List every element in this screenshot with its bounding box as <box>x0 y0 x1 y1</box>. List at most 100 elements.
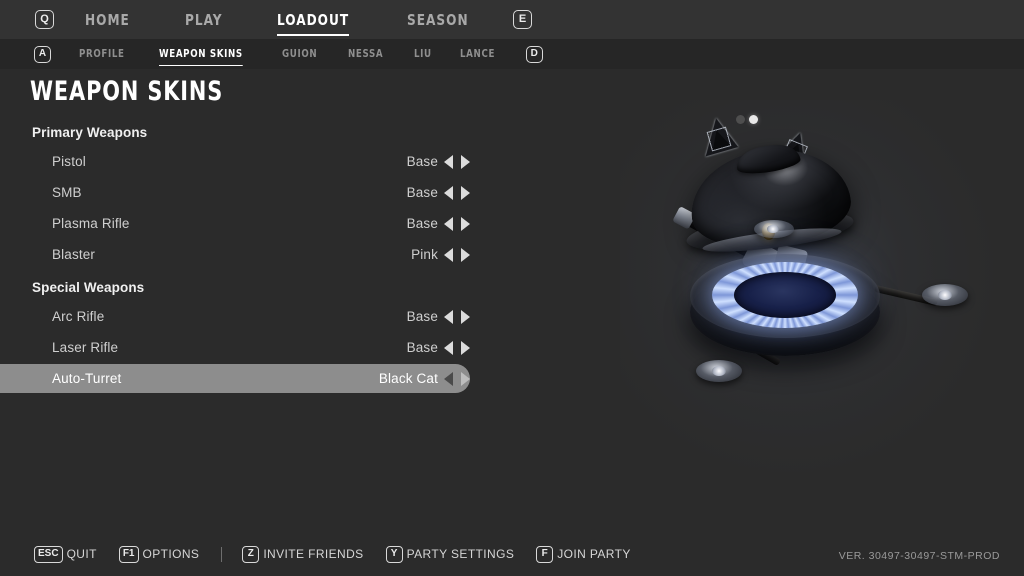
next-skin-arrow-icon[interactable] <box>461 309 470 324</box>
nav-item-season[interactable]: SEASON <box>407 11 469 29</box>
base-pod-top <box>754 220 794 238</box>
base-pod-right-center <box>938 290 952 300</box>
base-pod-left <box>696 360 742 382</box>
barrel-collar <box>740 238 784 280</box>
subnav-item-lance[interactable]: LANCE <box>460 48 495 60</box>
prev-skin-arrow-icon[interactable] <box>444 340 453 355</box>
footer-action-invite-friends[interactable]: Z INVITE FRIENDS <box>242 545 364 563</box>
game-screen: Q HOME PLAY LOADOUT SEASON E A PROFILE W… <box>0 0 1024 576</box>
turret-base <box>668 220 968 412</box>
skin-value: Black Cat <box>378 371 438 386</box>
turret-dome-handle <box>734 141 802 177</box>
footer-action-party-settings[interactable]: Y PARTY SETTINGS <box>385 545 515 563</box>
skin-value: Base <box>406 309 438 324</box>
skin-stepper: Pink <box>411 247 470 262</box>
turret-dome <box>684 140 856 256</box>
key-badge-z: Z <box>242 545 260 563</box>
nav-item-loadout[interactable]: LOADOUT <box>276 11 349 36</box>
footer-action-join-party[interactable]: F JOIN PARTY <box>536 545 631 563</box>
weapon-row-laser-rifle[interactable]: Laser Rifle Base <box>0 332 500 363</box>
prev-skin-arrow-icon[interactable] <box>444 216 453 231</box>
barrel-muzzle <box>672 206 697 230</box>
next-skin-arrow-icon[interactable] <box>461 371 470 386</box>
weapon-name: Blaster <box>52 247 96 262</box>
turret-dome-band <box>701 223 843 257</box>
base-pod-right <box>922 284 968 306</box>
cat-ear-left-icon <box>699 113 739 157</box>
cat-ear-left-inner <box>707 127 731 151</box>
weapon-name: Laser Rifle <box>52 340 119 355</box>
nav-item-home[interactable]: HOME <box>85 11 130 29</box>
skin-value: Base <box>406 185 438 200</box>
skin-stepper: Base <box>407 154 470 169</box>
nav-prev-key[interactable]: Q <box>35 10 54 29</box>
skin-stepper: Black Cat <box>379 371 470 386</box>
version-string: VER. 30497-30497-STM-PROD <box>838 550 1000 562</box>
pager-dot-2-active[interactable] <box>749 115 758 124</box>
footer-action-options[interactable]: F1 OPTIONS <box>118 545 200 563</box>
subnav-item-guion[interactable]: GUION <box>282 48 317 60</box>
nav-next-key[interactable]: E <box>513 10 533 29</box>
weapon-name: Plasma Rifle <box>52 216 130 231</box>
subnav-next-key[interactable]: D <box>525 45 543 63</box>
weapon-row-auto-turret[interactable]: Auto-Turret Black Cat <box>0 363 500 394</box>
subnav-item-weapon-skins[interactable]: WEAPON SKINS <box>158 48 243 66</box>
weapon-row-smb[interactable]: SMB Base <box>0 177 500 208</box>
turret-barrel <box>652 176 827 326</box>
footer-action-quit[interactable]: ESC QUIT <box>34 545 97 563</box>
barrel-mount <box>772 244 809 278</box>
next-skin-arrow-icon[interactable] <box>461 154 470 169</box>
next-skin-arrow-icon[interactable] <box>461 247 470 262</box>
weapon-name: Arc Rifle <box>52 309 105 324</box>
nav-item-play[interactable]: PLAY <box>185 11 223 29</box>
subnav-item-liu[interactable]: LIU <box>414 48 432 60</box>
next-skin-arrow-icon[interactable] <box>461 216 470 231</box>
footer-label: INVITE FRIENDS <box>263 547 364 561</box>
footer-divider <box>221 546 223 562</box>
weapon-row-blaster[interactable]: Blaster Pink <box>0 239 500 270</box>
base-shell <box>690 268 880 356</box>
footer-label: JOIN PARTY <box>557 547 631 561</box>
skin-value: Pink <box>411 247 438 262</box>
skin-stepper: Base <box>407 185 470 200</box>
base-plate <box>690 254 880 338</box>
base-pod-left-center <box>712 366 726 376</box>
base-pod-top-center <box>767 225 779 233</box>
skin-stepper: Base <box>407 216 470 231</box>
subnav-prev-key[interactable]: A <box>34 45 51 63</box>
barrel-tube <box>685 215 757 260</box>
weapon-name: SMB <box>52 185 82 200</box>
key-badge-y: Y <box>385 545 403 563</box>
base-glow-ring <box>712 262 858 328</box>
group-heading-special: Special Weapons <box>32 280 145 295</box>
key-badge-f: F <box>536 545 554 563</box>
next-skin-arrow-icon[interactable] <box>461 340 470 355</box>
skin-stepper: Base <box>407 309 470 324</box>
weapon-name: Auto-Turret <box>52 371 122 386</box>
page-title: WEAPON SKINS <box>30 76 224 107</box>
weapon-row-pistol[interactable]: Pistol Base <box>0 146 500 177</box>
prev-skin-arrow-icon[interactable] <box>444 154 453 169</box>
pager-dot-1[interactable] <box>736 115 745 124</box>
subnav-item-profile[interactable]: PROFILE <box>79 48 125 60</box>
prev-skin-arrow-icon[interactable] <box>444 309 453 324</box>
prev-skin-arrow-icon[interactable] <box>444 371 453 386</box>
prev-skin-arrow-icon[interactable] <box>444 247 453 262</box>
weapon-row-arc-rifle[interactable]: Arc Rifle Base <box>0 301 500 332</box>
cat-ear-right-inner <box>783 140 807 164</box>
turret-dome-rim <box>684 203 856 259</box>
barrel-arm <box>763 261 809 280</box>
preview-pager[interactable] <box>736 113 776 127</box>
base-core <box>734 272 836 318</box>
skin-stepper: Base <box>407 340 470 355</box>
footer-label: QUIT <box>66 547 97 561</box>
subnav-item-nessa[interactable]: NESSA <box>348 48 383 60</box>
footer-label: OPTIONS <box>142 547 200 561</box>
cat-ear-right-icon <box>773 126 817 172</box>
next-skin-arrow-icon[interactable] <box>461 185 470 200</box>
weapon-row-plasma-rifle[interactable]: Plasma Rifle Base <box>0 208 500 239</box>
key-badge-f1: F1 <box>118 545 139 563</box>
prev-skin-arrow-icon[interactable] <box>444 185 453 200</box>
turret-model <box>650 110 950 410</box>
primary-nav: Q HOME PLAY LOADOUT SEASON E <box>0 0 1024 39</box>
